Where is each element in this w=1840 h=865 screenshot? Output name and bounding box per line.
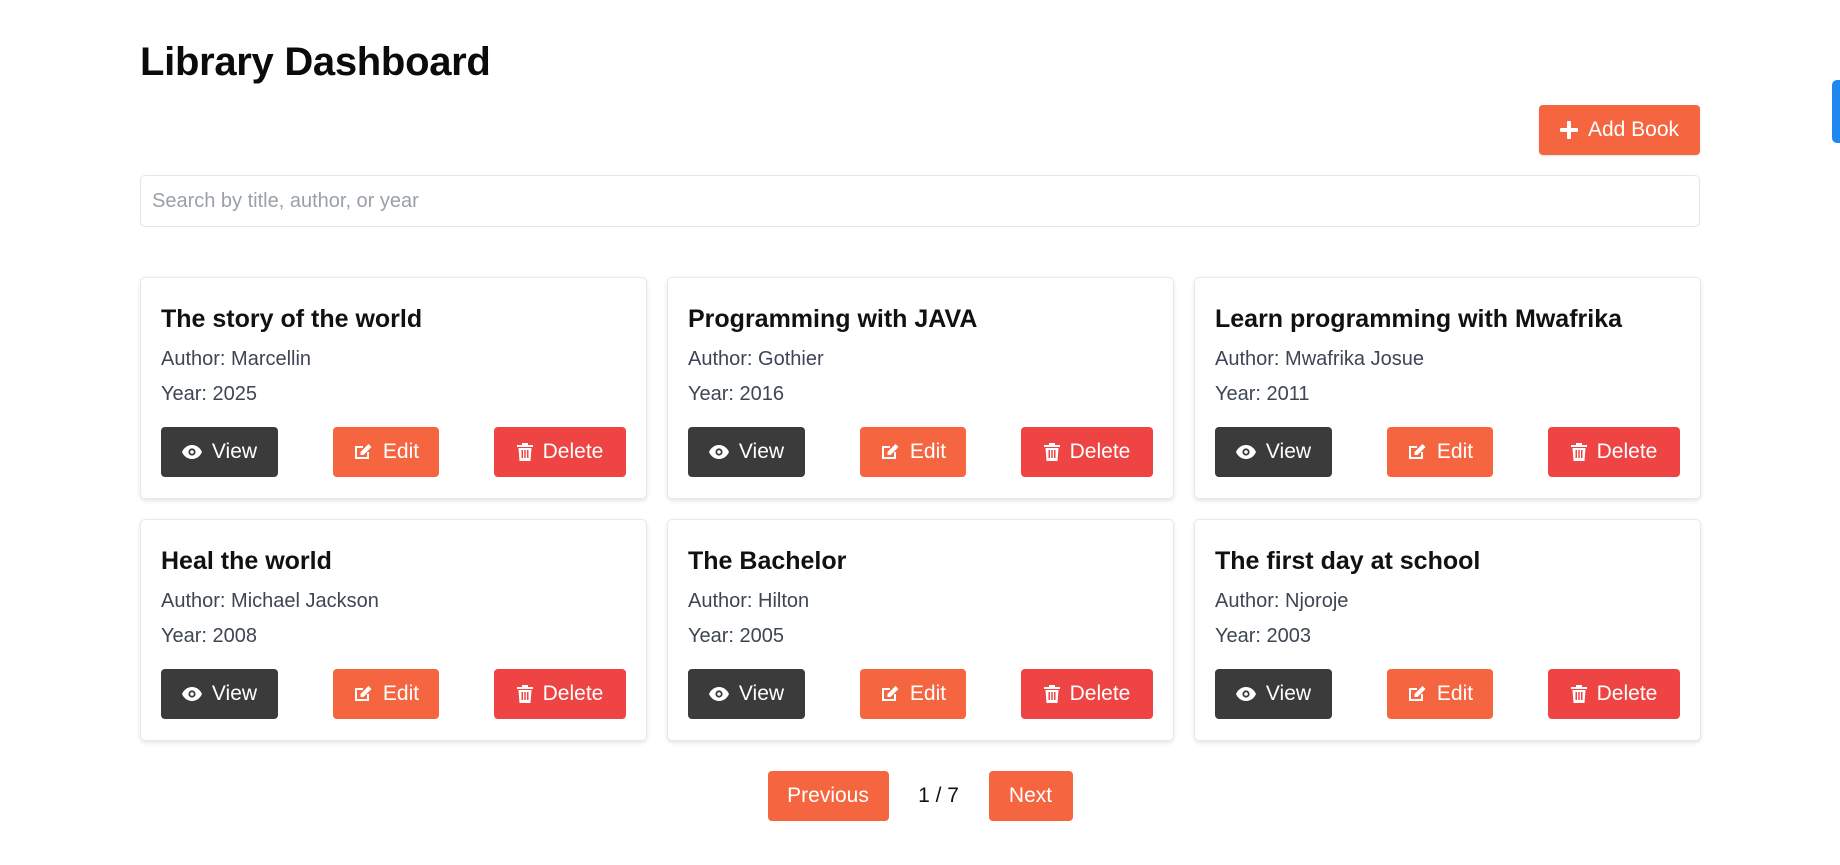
view-label: View <box>211 682 258 705</box>
edit-icon <box>1407 443 1427 461</box>
edit-button[interactable]: Edit <box>333 427 439 477</box>
edit-label: Edit <box>382 682 420 705</box>
delete-button[interactable]: Delete <box>1548 427 1680 477</box>
book-author: Author: Njoroje <box>1215 590 1349 612</box>
edit-button[interactable]: Edit <box>333 669 439 719</box>
book-title: The story of the world <box>161 305 423 333</box>
book-year: Year: 2003 <box>1215 625 1312 647</box>
eye-icon <box>1235 687 1256 701</box>
delete-label: Delete <box>1596 682 1658 705</box>
book-title: Learn programming with Mwafrika <box>1215 305 1623 333</box>
book-card: The first day at school Author: Njoroje … <box>1194 519 1701 741</box>
edit-label: Edit <box>1436 682 1474 705</box>
card-actions: View Edit Delete <box>688 427 1153 477</box>
previous-button[interactable]: Previous <box>767 771 889 821</box>
eye-icon <box>181 687 202 701</box>
book-year: Year: 2008 <box>161 625 258 647</box>
pagination: Previous 1 / 7 Next <box>140 771 1700 821</box>
trash-icon <box>516 685 533 703</box>
book-grid: The story of the world Author: Marcellin… <box>140 277 1701 741</box>
trash-icon <box>1570 685 1587 703</box>
book-card: Heal the world Author: Michael Jackson Y… <box>140 519 647 741</box>
book-card: Learn programming with Mwafrika Author: … <box>1194 277 1701 499</box>
edit-label: Edit <box>1436 440 1474 463</box>
view-label: View <box>1265 440 1312 463</box>
book-title: The Bachelor <box>688 547 847 575</box>
delete-button[interactable]: Delete <box>494 427 626 477</box>
delete-button[interactable]: Delete <box>1548 669 1680 719</box>
edit-icon <box>1407 685 1427 703</box>
book-card: The story of the world Author: Marcellin… <box>140 277 647 499</box>
card-actions: View Edit Delete <box>688 669 1153 719</box>
edit-button[interactable]: Edit <box>860 427 966 477</box>
view-button[interactable]: View <box>1215 427 1332 477</box>
trash-icon <box>1043 685 1060 703</box>
book-title: The first day at school <box>1215 547 1481 575</box>
book-year: Year: 2016 <box>688 383 785 405</box>
book-year: Year: 2025 <box>161 383 258 405</box>
book-author: Author: Mwafrika Josue <box>1215 348 1424 370</box>
view-label: View <box>1265 682 1312 705</box>
view-button[interactable]: View <box>688 669 805 719</box>
book-year: Year: 2011 <box>1215 383 1310 405</box>
book-year: Year: 2005 <box>688 625 785 647</box>
card-actions: View Edit Delete <box>161 669 626 719</box>
view-button[interactable]: View <box>688 427 805 477</box>
edit-button[interactable]: Edit <box>1387 669 1493 719</box>
edit-button[interactable]: Edit <box>1387 427 1493 477</box>
page-indicator: 1 / 7 <box>918 784 959 807</box>
delete-label: Delete <box>542 682 604 705</box>
card-actions: View Edit Delete <box>1215 427 1680 477</box>
delete-label: Delete <box>1069 682 1131 705</box>
book-author: Author: Michael Jackson <box>161 590 379 612</box>
plus-icon <box>1559 121 1578 139</box>
view-label: View <box>738 682 785 705</box>
edit-label: Edit <box>382 440 420 463</box>
book-card: The Bachelor Author: Hilton Year: 2005 V… <box>667 519 1174 741</box>
eye-icon <box>708 445 729 459</box>
view-button[interactable]: View <box>161 427 278 477</box>
book-author: Author: Gothier <box>688 348 824 370</box>
book-title: Programming with JAVA <box>688 305 978 333</box>
card-actions: View Edit Delete <box>161 427 626 477</box>
trash-icon <box>1043 443 1060 461</box>
side-edge-tab[interactable] <box>1832 80 1840 143</box>
search-input[interactable] <box>140 175 1700 227</box>
eye-icon <box>181 445 202 459</box>
delete-label: Delete <box>1596 440 1658 463</box>
delete-button[interactable]: Delete <box>1021 669 1153 719</box>
edit-button[interactable]: Edit <box>860 669 966 719</box>
edit-label: Edit <box>909 440 947 463</box>
edit-icon <box>880 443 900 461</box>
edit-label: Edit <box>909 682 947 705</box>
eye-icon <box>708 687 729 701</box>
trash-icon <box>1570 443 1587 461</box>
trash-icon <box>516 443 533 461</box>
delete-label: Delete <box>542 440 604 463</box>
view-button[interactable]: View <box>1215 669 1332 719</box>
delete-button[interactable]: Delete <box>1021 427 1153 477</box>
edit-icon <box>353 443 373 461</box>
book-author: Author: Marcellin <box>161 348 312 370</box>
add-book-label: Add Book <box>1587 118 1680 141</box>
delete-label: Delete <box>1069 440 1131 463</box>
card-actions: View Edit Delete <box>1215 669 1680 719</box>
page: Library Dashboard Add Book The story of … <box>0 0 1840 865</box>
eye-icon <box>1235 445 1256 459</box>
book-title: Heal the world <box>161 547 332 575</box>
delete-button[interactable]: Delete <box>494 669 626 719</box>
next-button[interactable]: Next <box>988 771 1073 821</box>
page-title: Library Dashboard <box>140 40 491 84</box>
edit-icon <box>880 685 900 703</box>
edit-icon <box>353 685 373 703</box>
view-label: View <box>738 440 785 463</box>
view-button[interactable]: View <box>161 669 278 719</box>
add-book-button[interactable]: Add Book <box>1539 105 1700 155</box>
view-label: View <box>211 440 258 463</box>
book-author: Author: Hilton <box>688 590 810 612</box>
book-card: Programming with JAVA Author: Gothier Ye… <box>667 277 1174 499</box>
